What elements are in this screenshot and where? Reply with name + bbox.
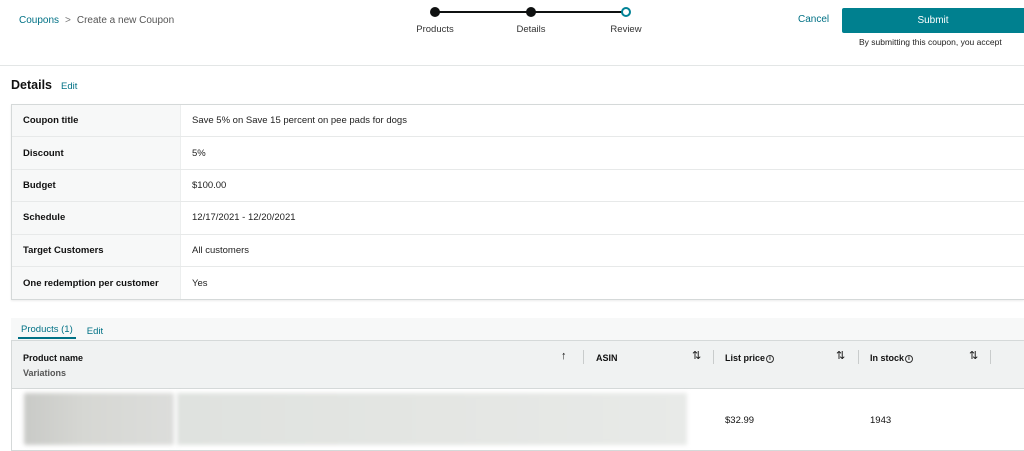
details-table: Coupon title Save 5% on Save 15 percent … bbox=[11, 104, 1024, 301]
step-label-details[interactable]: Details bbox=[516, 24, 545, 35]
details-label: Budget bbox=[12, 169, 181, 202]
column-header-product-name[interactable]: Product name bbox=[23, 353, 83, 363]
details-value: All customers bbox=[192, 244, 250, 256]
column-divider bbox=[583, 350, 584, 364]
sort-up-down-icon[interactable]: ⇅ bbox=[969, 351, 978, 362]
arrow-up-icon[interactable]: ↑ bbox=[561, 351, 567, 362]
details-edit-link[interactable]: Edit bbox=[61, 81, 77, 92]
details-row-discount: Discount 5% bbox=[12, 137, 1024, 170]
step-label-review: Review bbox=[610, 24, 642, 35]
table-row[interactable]: $32.99 1943 bbox=[12, 389, 1024, 451]
details-label: Schedule bbox=[12, 202, 181, 234]
details-label: Coupon title bbox=[12, 105, 181, 137]
column-header-asin[interactable]: ASIN bbox=[596, 353, 618, 363]
in-stock-label: In stock bbox=[870, 353, 905, 363]
tab-products[interactable]: Products (1) bbox=[18, 324, 76, 339]
products-tabs: Products (1) Edit bbox=[18, 324, 103, 339]
info-icon[interactable]: i bbox=[766, 355, 775, 363]
top-bar: Coupons > Create a new Coupon Products D… bbox=[0, 0, 1024, 66]
column-divider bbox=[713, 350, 714, 364]
stepper-line-2 bbox=[531, 11, 625, 13]
column-divider bbox=[858, 350, 859, 364]
sort-up-down-icon[interactable]: ⇅ bbox=[836, 351, 845, 362]
cancel-button[interactable]: Cancel bbox=[798, 14, 829, 25]
sort-up-down-icon[interactable]: ⇅ bbox=[692, 351, 701, 362]
products-section: Products (1) Edit Product name Variation… bbox=[11, 318, 1024, 451]
submit-button[interactable]: Submit bbox=[842, 8, 1024, 33]
details-value: $100.00 bbox=[192, 179, 227, 191]
column-divider bbox=[990, 350, 991, 364]
details-row-target-customers: Target Customers All customers bbox=[12, 234, 1024, 267]
cell-list-price: $32.99 bbox=[725, 415, 755, 426]
cell-in-stock: 1943 bbox=[870, 415, 892, 426]
step-products-dot bbox=[430, 7, 440, 17]
details-value: 12/17/2021 - 12/20/2021 bbox=[192, 212, 296, 224]
details-row-budget: Budget $100.00 bbox=[12, 169, 1024, 203]
details-row-schedule: Schedule 12/17/2021 - 12/20/2021 bbox=[12, 202, 1024, 235]
details-header: Details Edit bbox=[11, 78, 77, 92]
step-details-dot bbox=[526, 7, 536, 17]
product-name-redacted bbox=[177, 393, 687, 445]
details-label: One redemption per customer bbox=[12, 266, 181, 300]
details-value: Save 5% on Save 15 percent on pee pads f… bbox=[192, 115, 407, 127]
step-review-dot bbox=[621, 7, 631, 17]
details-row-one-redemption: One redemption per customer Yes bbox=[12, 266, 1024, 300]
column-header-list-price[interactable]: List price i bbox=[725, 353, 775, 363]
details-value: Yes bbox=[192, 277, 208, 289]
step-label-products[interactable]: Products bbox=[416, 24, 454, 35]
products-table-header: Product name Variations ↑ ASIN ⇅ List pr… bbox=[12, 341, 1024, 389]
details-row-coupon-title: Coupon title Save 5% on Save 15 percent … bbox=[12, 105, 1024, 138]
column-subheader-variations: Variations bbox=[23, 368, 67, 378]
details-label: Discount bbox=[12, 137, 181, 169]
submit-terms-note: By submitting this coupon, you accept bbox=[859, 37, 1002, 47]
stepper-line-1 bbox=[435, 11, 531, 13]
product-image-redacted bbox=[24, 393, 174, 445]
details-title: Details bbox=[11, 78, 52, 92]
list-price-label: List price bbox=[725, 353, 766, 363]
products-edit-link[interactable]: Edit bbox=[87, 326, 103, 337]
details-value: 5% bbox=[192, 147, 206, 159]
info-icon[interactable]: i bbox=[905, 355, 914, 363]
products-table: Product name Variations ↑ ASIN ⇅ List pr… bbox=[11, 340, 1024, 451]
details-label: Target Customers bbox=[12, 234, 181, 266]
column-header-in-stock[interactable]: In stock i bbox=[870, 353, 914, 363]
